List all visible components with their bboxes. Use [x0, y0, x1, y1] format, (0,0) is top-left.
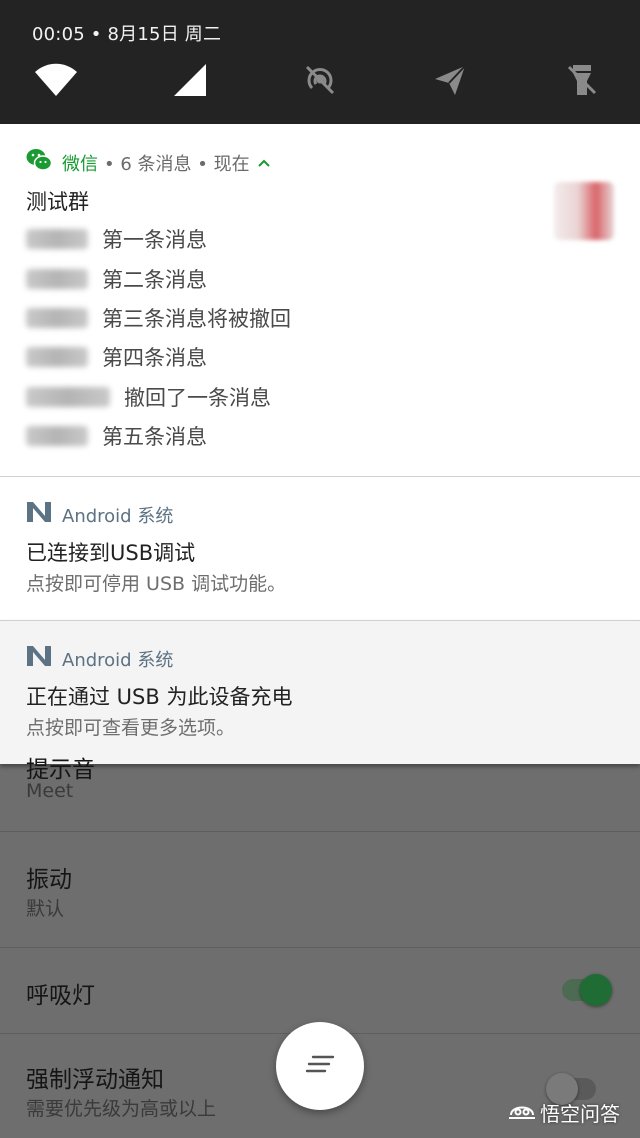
blurred-sender: [26, 229, 88, 249]
setting-label: 提示音: [26, 757, 95, 783]
chevron-up-icon[interactable]: [257, 155, 270, 171]
notification-body: 点按即可停用 USB 调试功能。: [26, 573, 287, 595]
usb-charging-notification[interactable]: Android 系统 正在通过 USB 为此设备充电 点按即可查看更多选项。: [0, 620, 640, 764]
status-time-date: 00:05 • 8月15日 周二: [32, 24, 222, 45]
airplane-tile[interactable]: [424, 54, 476, 106]
watermark: 悟空问答: [508, 1098, 620, 1127]
message-text: 第四条消息: [102, 346, 207, 370]
wifi-tile[interactable]: [30, 54, 82, 106]
setting-vibration[interactable]: 振动 默认: [0, 832, 640, 948]
message-text: 第一条消息: [102, 228, 207, 252]
breathing-light-toggle[interactable]: [562, 974, 612, 1006]
heads-up-toggle[interactable]: [546, 1073, 596, 1105]
android-n-icon: [26, 501, 52, 528]
setting-value: Meet: [26, 780, 74, 802]
notification-body: 点按即可查看更多选项。: [26, 717, 236, 739]
flashlight-tile[interactable]: [556, 54, 608, 106]
setting-label: 呼吸灯: [26, 983, 95, 1009]
blurred-sender: [26, 426, 88, 446]
notification-title: 正在通过 USB 为此设备充电: [26, 685, 293, 709]
message-item: 撤回了一条消息: [26, 382, 271, 412]
notification-title: 已连接到USB调试: [26, 541, 196, 565]
notification-meta: • 6 条消息 • 现在: [104, 153, 250, 175]
wechat-notification[interactable]: 微信 • 6 条消息 • 现在 测试群 第一条消息 第二条消息 第三条消息将被撤…: [0, 124, 640, 476]
blurred-sender: [26, 308, 88, 328]
message-text: 撤回了一条消息: [124, 386, 271, 410]
watermark-text: 悟空问答: [540, 1102, 620, 1126]
app-name: Android 系统: [62, 505, 174, 527]
message-item: 第三条消息将被撤回: [26, 303, 291, 333]
toggle-knob: [580, 974, 612, 1006]
cellular-tile[interactable]: [164, 54, 216, 106]
cell-signal-icon: [172, 62, 208, 98]
setting-value: 默认: [26, 898, 65, 920]
hotspot-tile[interactable]: [294, 54, 346, 106]
message-item: 第四条消息: [26, 342, 207, 372]
blurred-sender: [26, 387, 110, 407]
flashlight-off-icon: [567, 63, 597, 97]
wifi-icon: [34, 63, 78, 97]
message-item: 第五条消息: [26, 421, 207, 451]
notification-header: Android 系统: [26, 501, 173, 528]
manage-lines-icon: [305, 1054, 335, 1078]
airplane-mode-icon: [433, 63, 467, 97]
notification-header: Android 系统: [26, 645, 173, 672]
group-avatar: [554, 182, 614, 240]
message-item: 第二条消息: [26, 264, 207, 294]
setting-label: 强制浮动通知: [26, 1067, 164, 1093]
notification-manage-button[interactable]: [276, 1022, 364, 1110]
blurred-sender: [26, 269, 88, 289]
quick-settings-panel: 00:05 • 8月15日 周二: [0, 0, 640, 124]
quick-settings-tiles: [0, 54, 640, 106]
setting-label: 振动: [26, 867, 72, 893]
blurred-sender: [26, 347, 88, 367]
android-n-icon: [26, 645, 52, 672]
app-name: Android 系统: [62, 649, 174, 671]
conversation-title: 测试群: [26, 190, 89, 214]
setting-sub: 需要优先级为高或以上: [26, 1098, 217, 1120]
usb-debugging-notification[interactable]: Android 系统 已连接到USB调试 点按即可停用 USB 调试功能。: [0, 476, 640, 620]
hotspot-off-icon: [303, 63, 337, 97]
message-text: 第三条消息将被撤回: [102, 307, 291, 331]
message-text: 第五条消息: [102, 425, 207, 449]
message-item: 第一条消息: [26, 224, 207, 254]
app-name: 微信: [62, 153, 98, 175]
notification-header: 微信 • 6 条消息 • 现在: [26, 148, 270, 177]
wechat-icon: [26, 148, 53, 177]
message-text: 第二条消息: [102, 268, 207, 292]
wukong-logo-icon: [508, 1099, 540, 1126]
setting-ringtone[interactable]: 提示音 Meet: [0, 757, 640, 832]
